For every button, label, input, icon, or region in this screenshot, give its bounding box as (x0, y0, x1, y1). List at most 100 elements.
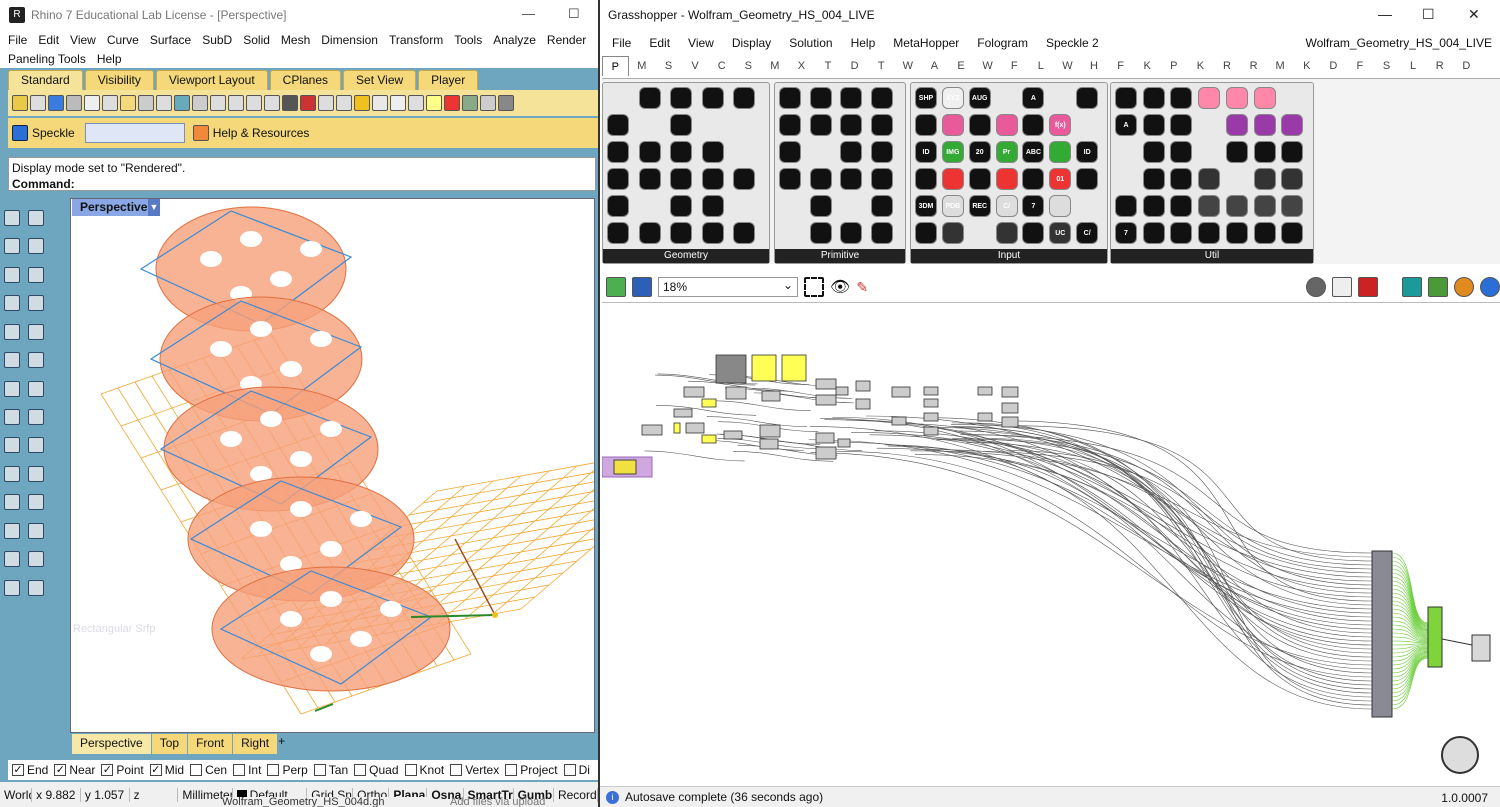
menu-item-edit[interactable]: Edit (38, 33, 59, 47)
component-button[interactable] (915, 114, 937, 136)
component-button[interactable] (1170, 222, 1192, 244)
gh-tab[interactable]: F (1347, 60, 1374, 72)
left-tool-icon[interactable] (4, 523, 20, 539)
osnap-perp[interactable]: Perp (267, 763, 307, 777)
osnap-checkbox[interactable] (190, 764, 202, 776)
taskbar-file[interactable]: Wolfram_Geometry_HS_004d.gh (222, 797, 432, 807)
gh-menu-view[interactable]: View (688, 36, 714, 50)
osnap-quad[interactable]: Quad (354, 763, 398, 777)
help-icon[interactable] (193, 125, 209, 141)
gh-tab[interactable]: W (1054, 60, 1081, 72)
gh-tab[interactable]: T (868, 60, 895, 72)
gh-tab[interactable]: F (1001, 60, 1028, 72)
gh-menu-display[interactable]: Display (732, 36, 771, 50)
component-button[interactable] (1198, 222, 1220, 244)
component-button[interactable]: AUG (969, 87, 991, 109)
component-button[interactable] (969, 168, 991, 190)
component-button[interactable] (871, 222, 893, 244)
component-button[interactable] (779, 141, 801, 163)
gh-tab[interactable]: D (841, 60, 868, 72)
component-button[interactable]: C/ (1076, 222, 1098, 244)
menu-item-mesh[interactable]: Mesh (281, 33, 310, 47)
component-button[interactable] (670, 141, 692, 163)
component-button[interactable]: ID (1076, 141, 1098, 163)
gh-tab[interactable]: A (921, 60, 948, 72)
toolbar-tool-icon[interactable] (138, 95, 154, 111)
component-button[interactable] (871, 141, 893, 163)
component-button[interactable] (1049, 141, 1071, 163)
toolbar-tool-icon[interactable] (318, 95, 334, 111)
save-file-icon[interactable] (632, 277, 652, 297)
gh-menu-metahopper[interactable]: MetaHopper (893, 36, 959, 50)
left-tool-icon[interactable] (28, 324, 44, 340)
toolbar-tab-standard[interactable]: Standard (8, 70, 83, 90)
component-button[interactable] (1281, 222, 1303, 244)
osnap-checkbox[interactable] (505, 764, 517, 776)
component-button[interactable] (915, 168, 937, 190)
toolbar-tool-icon[interactable] (120, 95, 136, 111)
toolbar-tool-icon[interactable] (444, 95, 460, 111)
component-button[interactable]: A (1022, 87, 1044, 109)
command-area[interactable]: Display mode set to "Rendered". Command: (8, 157, 596, 191)
component-button[interactable]: f(x) (1049, 114, 1071, 136)
gh-tab[interactable]: E (948, 60, 975, 72)
toolbar-tool-icon[interactable] (174, 95, 190, 111)
toolbar-tool-icon[interactable] (30, 95, 46, 111)
component-button[interactable]: 3DM (915, 195, 937, 217)
component-button[interactable] (969, 114, 991, 136)
osnap-checkbox[interactable] (267, 764, 279, 776)
gh-tab[interactable]: W (895, 60, 922, 72)
component-button[interactable] (1022, 168, 1044, 190)
toolbar-tool-icon[interactable] (48, 95, 64, 111)
panel-label[interactable]: Util (1111, 249, 1313, 263)
component-button[interactable] (840, 141, 862, 163)
toolbar-tab-visibility[interactable]: Visibility (85, 70, 154, 90)
gh-tab[interactable]: K (1187, 60, 1214, 72)
left-tool-icon[interactable] (28, 352, 44, 368)
viewport-title[interactable]: Perspective ▼ (72, 199, 160, 216)
osnap-point[interactable]: ✓ Point (101, 763, 143, 777)
component-button[interactable] (1115, 87, 1137, 109)
component-button[interactable] (871, 168, 893, 190)
osnap-checkbox[interactable] (450, 764, 462, 776)
component-button[interactable] (779, 114, 801, 136)
toolbar-tool-icon[interactable] (210, 95, 226, 111)
sketch-pen-icon[interactable]: ✎ (856, 279, 868, 296)
left-tool-icon[interactable] (4, 409, 20, 425)
component-button[interactable] (733, 87, 755, 109)
component-button[interactable] (779, 168, 801, 190)
toolbar-tool-icon[interactable] (12, 95, 28, 111)
menu-item-analyze[interactable]: Analyze (493, 33, 536, 47)
component-button[interactable]: 7 (1115, 222, 1137, 244)
component-button[interactable] (810, 114, 832, 136)
component-button[interactable] (1022, 114, 1044, 136)
component-button[interactable] (670, 222, 692, 244)
component-button[interactable] (1226, 222, 1248, 244)
component-button[interactable] (1226, 87, 1248, 109)
component-button[interactable]: PDB (942, 195, 964, 217)
gh-tab[interactable]: P (602, 56, 629, 76)
component-button[interactable] (779, 87, 801, 109)
left-tool-icon[interactable] (28, 267, 44, 283)
menu-item-tools[interactable]: Tools (454, 33, 482, 47)
left-tool-icon[interactable] (4, 352, 20, 368)
menu-item-subd[interactable]: SubD (202, 33, 232, 47)
left-tool-icon[interactable] (4, 267, 20, 283)
component-button[interactable] (670, 87, 692, 109)
component-button[interactable] (810, 168, 832, 190)
toolbar-tool-icon[interactable] (282, 95, 298, 111)
component-button[interactable]: 01 (1049, 168, 1071, 190)
component-button[interactable] (1198, 168, 1220, 190)
menu-item-surface[interactable]: Surface (150, 33, 191, 47)
gh-tab[interactable]: R (1426, 60, 1453, 72)
component-button[interactable] (840, 168, 862, 190)
gh-menu-solution[interactable]: Solution (789, 36, 832, 50)
output-component[interactable] (1472, 635, 1490, 661)
osnap-vertex[interactable]: Vertex (450, 763, 499, 777)
left-tool-icon[interactable] (4, 210, 20, 226)
osnap-checkbox[interactable] (354, 764, 366, 776)
menu-item-transform[interactable]: Transform (389, 33, 443, 47)
component-button[interactable] (1143, 114, 1165, 136)
gh-tab[interactable]: D (1320, 60, 1347, 72)
osnap-checkbox[interactable]: ✓ (12, 764, 24, 776)
